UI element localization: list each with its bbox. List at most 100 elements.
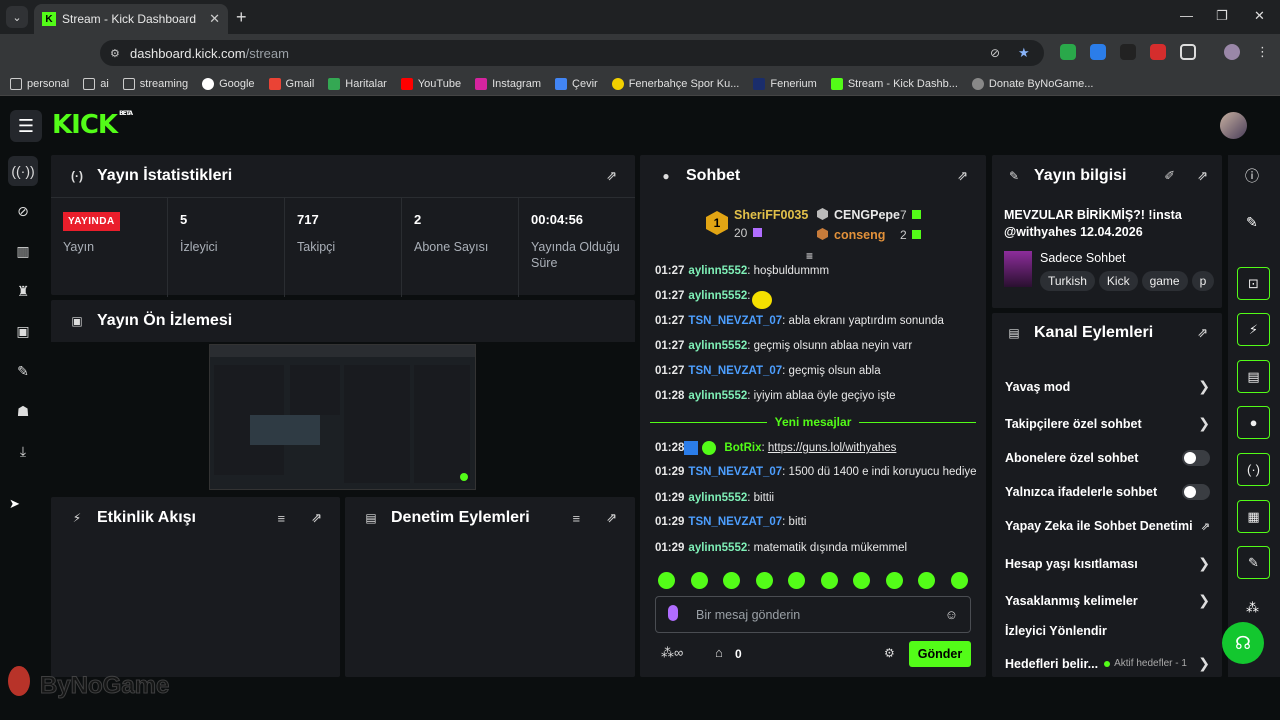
leader-2-name[interactable]: CENGPepe <box>834 208 900 222</box>
popout-icon[interactable]: ⇗ <box>606 168 617 184</box>
popout-icon[interactable]: ⇗ <box>606 510 617 526</box>
camera-widget-icon[interactable]: ⊡ <box>1237 267 1270 300</box>
bookmark-personal[interactable]: personal <box>10 77 69 90</box>
banned-words-row[interactable]: Yasaklanmış kelimeler ❯ <box>1005 592 1210 609</box>
share-icon[interactable]: ⁂ <box>1246 600 1259 616</box>
raid-row[interactable]: İzleyici Yönlendir <box>1005 624 1210 638</box>
bookmark-gmail[interactable]: Gmail <box>268 77 314 90</box>
bookmark-ai[interactable]: ai <box>83 77 109 90</box>
message-username[interactable]: TSN_NEVZAT_07 <box>688 365 782 377</box>
bookmark-fenerium[interactable]: Fenerium <box>753 77 817 90</box>
maximize-icon[interactable]: ❐ <box>1216 8 1228 24</box>
bookmark-streaming[interactable]: streaming <box>122 77 188 90</box>
message-username[interactable]: aylinn5552 <box>688 265 747 277</box>
url-field[interactable]: dashboard.kick.com/stream ⚙ ⊘ ★ <box>100 40 1044 66</box>
points-infinity-icon[interactable]: ⁂∞ <box>661 645 683 661</box>
message-username[interactable]: TSN_NEVZAT_07 <box>688 516 782 528</box>
stream-broadcast-icon[interactable]: ((·)) <box>8 156 38 186</box>
bookmark-bynogame[interactable]: Donate ByNoGame... <box>971 77 1093 90</box>
kick-logo[interactable]: KICK BETA <box>52 110 133 140</box>
account-age-row[interactable]: Hesap yaşı kısıtlaması ❯ <box>1005 555 1210 572</box>
chat-widget-icon[interactable]: ● <box>1237 406 1270 439</box>
emote-icon[interactable] <box>950 572 968 589</box>
goals-row[interactable]: Hedefleri belir... Aktif hedefler - 1 ❯ <box>1005 655 1210 672</box>
slow-mode-row[interactable]: Yavaş mod ❯ <box>1005 378 1210 395</box>
extensions-puzzle-icon[interactable] <box>1180 44 1196 60</box>
bookmark-translate[interactable]: Çevir <box>555 77 598 90</box>
users-icon[interactable]: ☗ <box>8 396 38 426</box>
site-info-icon[interactable]: ⚙ <box>110 47 120 60</box>
broadcast-widget-icon[interactable]: (·) <box>1237 453 1270 486</box>
bookmark-google[interactable]: Google <box>202 77 255 90</box>
wrench-icon[interactable]: ✎ <box>8 356 38 386</box>
bookmark-kick[interactable]: Stream - Kick Dashb... <box>830 77 958 90</box>
download-icon[interactable]: ⤓ <box>8 436 38 466</box>
leader-1-name[interactable]: SheriFF0035 <box>734 208 808 222</box>
category-name[interactable]: Sadece Sohbet <box>1040 251 1126 265</box>
video-extension-icon[interactable] <box>1150 44 1166 60</box>
filter-icon[interactable]: ≡ <box>573 511 581 526</box>
emote-icon[interactable] <box>885 572 903 589</box>
emoji-icon[interactable]: ☺ <box>945 607 958 622</box>
popout-icon[interactable]: ⇗ <box>1197 168 1208 184</box>
message-username[interactable]: BotRix <box>724 442 761 454</box>
tab-close-icon[interactable]: ✕ <box>209 11 220 27</box>
collapse-leaderboard-icon[interactable]: ≡ <box>806 249 813 263</box>
store-icon[interactable]: ⌂ <box>715 645 723 660</box>
message-username[interactable]: aylinn5552 <box>688 492 747 504</box>
browser-tab[interactable]: K Stream - Kick Dashboard ✕ <box>34 4 228 34</box>
video-icon[interactable]: ▣ <box>8 316 38 346</box>
emote-icon[interactable] <box>788 572 805 589</box>
emote-icon[interactable] <box>690 572 708 589</box>
bookmark-star-icon[interactable]: ★ <box>1018 45 1030 61</box>
bookmark-youtube[interactable]: YouTube <box>400 77 461 90</box>
avatar[interactable] <box>1220 112 1247 139</box>
emotes-only-toggle[interactable] <box>1182 484 1210 500</box>
tag-pill[interactable]: Turkish <box>1040 271 1095 291</box>
message-username[interactable]: TSN_NEVZAT_07 <box>688 466 782 478</box>
eye-off-icon[interactable]: ⊘ <box>990 46 1000 60</box>
bookmark-fenerbahce[interactable]: Fenerbahçe Spor Ku... <box>611 77 739 90</box>
edit-icon[interactable]: ✐ <box>1164 168 1175 184</box>
emote-icon[interactable] <box>853 572 870 589</box>
leader-3-name[interactable]: conseng <box>834 228 885 242</box>
analytics-icon[interactable]: ▥ <box>8 236 38 266</box>
microphone-icon[interactable] <box>668 605 678 621</box>
popout-icon[interactable]: ⇗ <box>957 168 968 184</box>
popout-icon[interactable]: ⇗ <box>311 510 322 526</box>
message-username[interactable]: TSN_NEVZAT_07 <box>688 315 782 327</box>
popout-icon[interactable]: ⇗ <box>1197 325 1208 341</box>
tab-search-icon[interactable]: ⌄ <box>6 6 28 28</box>
chat-settings-icon[interactable]: ⚙ <box>884 646 895 660</box>
lightning-widget-icon[interactable]: ⚡ <box>1237 313 1270 346</box>
chat-input[interactable]: Bir mesaj gönderin ☺ <box>655 596 971 633</box>
edit-layout-icon[interactable]: ✎ <box>1246 214 1258 231</box>
translate-extension-icon[interactable] <box>1090 44 1106 60</box>
bookmark-instagram[interactable]: Instagram <box>475 77 541 90</box>
trophy-icon[interactable]: ♜ <box>8 276 38 306</box>
followers-only-row[interactable]: Takipçilere özel sohbet ❯ <box>1005 415 1210 432</box>
send-button[interactable]: Gönder <box>909 641 971 667</box>
document-widget-icon[interactable]: ▤ <box>1237 360 1270 393</box>
info-icon[interactable]: ⓘ <box>1245 166 1259 186</box>
message-text[interactable]: https://guns.lol/withyahes <box>768 442 897 454</box>
shield-extension-icon[interactable] <box>1060 44 1076 60</box>
emote-icon[interactable] <box>658 572 675 589</box>
wrench-widget-icon[interactable]: ✎ <box>1237 546 1270 579</box>
bookmark-maps[interactable]: Haritalar <box>328 77 387 90</box>
minimize-icon[interactable]: — <box>1180 8 1193 23</box>
tag-pill[interactable]: Kick <box>1098 271 1138 291</box>
menu-icon[interactable]: ☰ <box>10 110 42 142</box>
channel-widget-icon[interactable]: ▦ <box>1237 500 1270 533</box>
subscribers-only-toggle[interactable] <box>1182 450 1210 466</box>
new-tab-icon[interactable]: + <box>236 7 247 28</box>
stream-preview-video[interactable] <box>209 344 476 490</box>
tag-pill[interactable]: game <box>1141 271 1188 291</box>
message-username[interactable]: aylinn5552 <box>688 542 747 554</box>
link-icon[interactable]: ⊘ <box>8 196 38 226</box>
extension-icon[interactable] <box>1120 44 1136 60</box>
browser-menu-icon[interactable]: ⋮ <box>1256 44 1272 60</box>
message-username[interactable]: aylinn5552 <box>688 340 747 352</box>
emote-icon[interactable] <box>820 572 838 589</box>
filter-icon[interactable]: ≡ <box>278 511 286 526</box>
